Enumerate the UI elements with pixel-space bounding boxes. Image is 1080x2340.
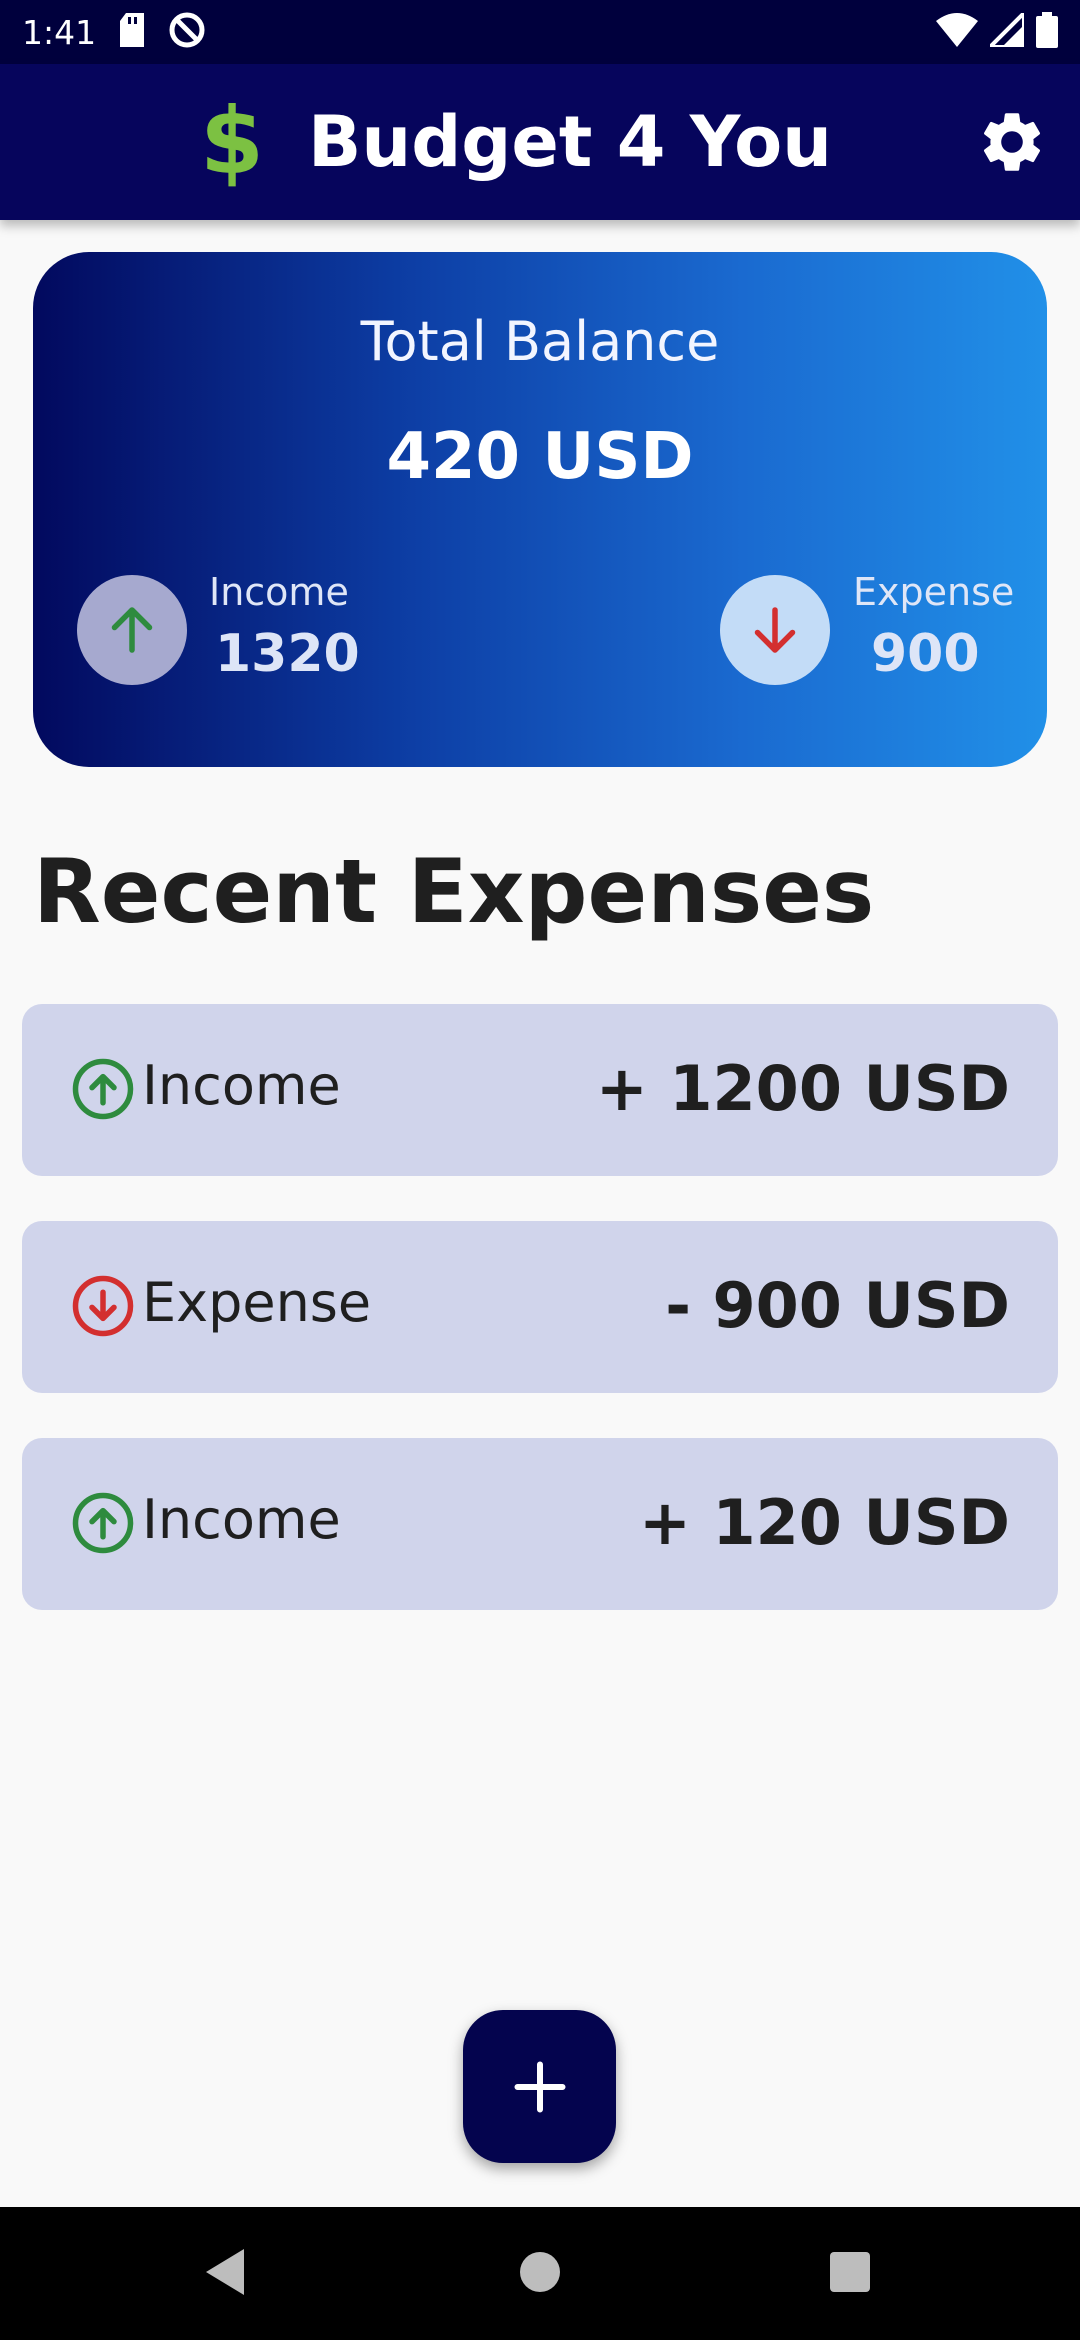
- add-transaction-button[interactable]: [463, 2010, 616, 2163]
- expense-value: 900: [871, 624, 980, 684]
- arrow-down-circle-icon: [72, 1275, 134, 1337]
- income-badge: [77, 575, 187, 685]
- transaction-row[interactable]: Income + 1200 USD: [22, 1004, 1058, 1176]
- expense-label: Expense: [853, 570, 1015, 614]
- transaction-label: Income: [142, 1488, 341, 1551]
- arrow-up-circle-icon: [72, 1058, 134, 1120]
- recents-icon: [830, 2252, 870, 2292]
- plus-icon: [514, 2061, 565, 2112]
- income-value: 1320: [215, 624, 360, 684]
- do-not-disturb-icon: [168, 11, 206, 53]
- system-nav-bar: [0, 2207, 1080, 2340]
- gear-icon: [983, 113, 1041, 171]
- transaction-row[interactable]: Expense - 900 USD: [22, 1221, 1058, 1393]
- signal-icon: [985, 8, 1026, 51]
- recent-expenses-title: Recent Expenses: [33, 840, 875, 943]
- total-balance-value: 420 USD: [386, 420, 694, 494]
- arrow-down-icon: [754, 607, 796, 653]
- status-left: 1:41: [22, 11, 206, 53]
- status-right: [936, 8, 1058, 52]
- transaction-amount: - 900 USD: [665, 1269, 1010, 1342]
- status-bar: 1:41: [0, 0, 1080, 64]
- income-label: Income: [209, 570, 349, 614]
- arrow-up-circle-icon: [72, 1492, 134, 1554]
- transaction-label: Income: [142, 1054, 341, 1117]
- transaction-amount: + 1200 USD: [595, 1052, 1010, 1125]
- total-balance-label: Total Balance: [360, 310, 720, 373]
- recents-button[interactable]: [815, 2237, 885, 2307]
- status-time: 1:41: [22, 12, 97, 52]
- sd-card-icon: [118, 13, 146, 51]
- back-button[interactable]: [190, 2237, 260, 2307]
- transaction-row[interactable]: Income + 120 USD: [22, 1438, 1058, 1610]
- expense-badge: [720, 575, 830, 685]
- transaction-label: Expense: [142, 1271, 372, 1334]
- settings-button[interactable]: [972, 102, 1052, 182]
- home-icon: [520, 2252, 560, 2292]
- wifi-icon: [936, 13, 978, 51]
- app-title: Budget 4 You: [308, 101, 832, 183]
- balance-card: Total Balance 420 USD Income 1320 Expens…: [33, 252, 1047, 767]
- app-title-group: $ Budget 4 You: [200, 92, 832, 192]
- app-bar: $ Budget 4 You: [0, 64, 1080, 220]
- back-icon: [206, 2249, 244, 2295]
- battery-icon: [1036, 12, 1058, 52]
- arrow-up-icon: [111, 607, 153, 653]
- home-button[interactable]: [505, 2237, 575, 2307]
- transaction-amount: + 120 USD: [638, 1486, 1010, 1559]
- dollar-icon: $: [200, 88, 265, 195]
